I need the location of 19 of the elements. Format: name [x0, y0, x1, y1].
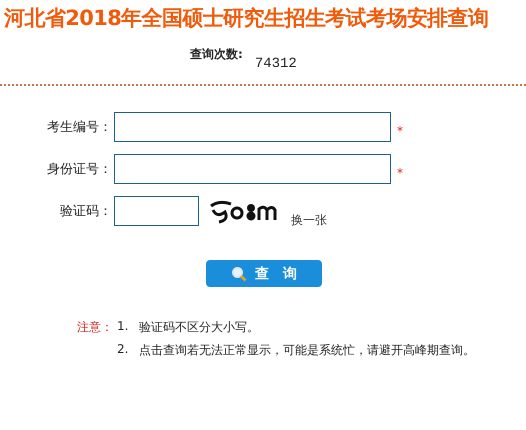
counter-value: 74312: [254, 56, 297, 74]
counter-label: 查询次数:: [190, 46, 243, 63]
required-mark: *: [397, 166, 403, 180]
search-icon: [231, 266, 247, 282]
note-text: 验证码不区分大小写。: [139, 319, 260, 336]
field-label: 考生编号：: [46, 119, 112, 136]
note-number: 2.: [117, 342, 130, 358]
input-field[interactable]: [114, 154, 391, 184]
notes-label: 注意：: [77, 319, 113, 336]
input-field[interactable]: [114, 112, 391, 142]
captcha-field[interactable]: [114, 196, 199, 226]
note-number: 1.: [117, 319, 130, 335]
refresh-link[interactable]: 换一张: [291, 212, 327, 228]
field-label: 身份证号：: [46, 161, 112, 178]
required-mark: *: [397, 124, 403, 138]
page-title: 河北省2018年全国硕士研究生招生考试考场安排查询: [4, 5, 490, 32]
search-button[interactable]: 查 询: [206, 260, 322, 287]
field-label: 验证码：: [59, 203, 112, 220]
note-text: 点击查询若无法正常显示，可能是系统忙，请避开高峰期查询。: [139, 342, 476, 359]
